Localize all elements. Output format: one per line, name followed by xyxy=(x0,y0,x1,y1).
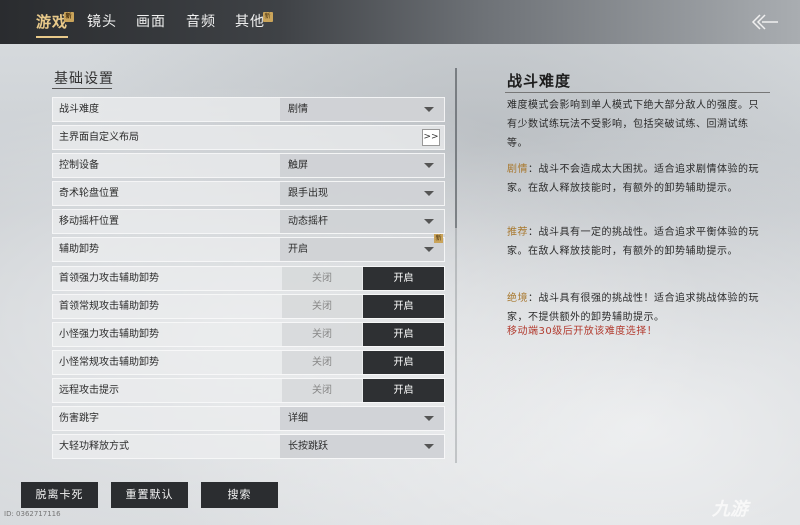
toggle-on-option[interactable]: 开启 xyxy=(363,294,444,318)
setting-minion-normal-parry: 小怪常规攻击辅助卸势 关闭 开启 xyxy=(52,349,445,375)
damage-numbers-dropdown[interactable]: 详细 xyxy=(280,407,444,431)
tab-label: 镜头 xyxy=(87,14,117,30)
difficulty-dropdown[interactable]: 剧情 xyxy=(280,98,444,121)
setting-label: 远程攻击提示 xyxy=(59,384,119,396)
dropdown-arrow-icon xyxy=(424,247,434,253)
watermark-logo: 九游 xyxy=(712,499,748,520)
reset-default-button[interactable]: 重置默认 xyxy=(111,482,188,508)
toggle-off-option[interactable]: 关闭 xyxy=(282,266,362,290)
dropdown-value: 长按跳跃 xyxy=(288,441,328,453)
setting-label: 移动摇杆位置 xyxy=(59,216,119,228)
difficulty-name: 绝境 xyxy=(507,293,528,304)
joystick-position-dropdown[interactable]: 动态摇杆 xyxy=(280,210,444,234)
setting-boss-heavy-parry: 首领强力攻击辅助卸势 关闭 开启 xyxy=(52,265,445,291)
dropdown-value: 动态摇杆 xyxy=(288,216,328,228)
setting-custom-layout[interactable]: 主界面自定义布局 >> xyxy=(52,125,445,151)
toggle-on-option[interactable]: 开启 xyxy=(363,350,444,374)
difficulty-name: 剧情 xyxy=(507,164,528,175)
setting-label: 战斗难度 xyxy=(59,104,99,115)
difficulty-desc: 战斗具有很强的挑战性！适合追求挑战体验的玩家，不提供额外的卸势辅助提示。 xyxy=(507,293,759,323)
detail-divider xyxy=(505,92,770,93)
setting-ranged-attack-hint: 远程攻击提示 关闭 开启 xyxy=(52,377,445,403)
dropdown-value: 开启 xyxy=(288,244,308,256)
dropdown-arrow-icon xyxy=(424,444,434,450)
setting-control-device[interactable]: 控制设备 触屏 xyxy=(52,153,445,179)
separator: ： xyxy=(528,164,539,175)
setting-joystick-position[interactable]: 移动摇杆位置 动态摇杆 xyxy=(52,209,445,235)
dropdown-arrow-icon xyxy=(424,163,434,169)
scrollbar-thumb[interactable] xyxy=(455,68,457,228)
dropdown-value: 剧情 xyxy=(288,104,308,115)
separator: ： xyxy=(528,293,539,304)
assist-parry-dropdown[interactable]: 开启 xyxy=(280,238,444,262)
setting-label: 首领强力攻击辅助卸势 xyxy=(59,272,159,284)
setting-label: 小怪常规攻击辅助卸势 xyxy=(59,356,159,368)
user-id: ID: 0362717116 xyxy=(4,510,61,518)
detail-item-recommended: 推荐：战斗具有一定的挑战性。适合追求平衡体验的玩家。在敌人释放技能时，有额外的卸… xyxy=(507,223,769,261)
tab-camera[interactable]: 镜头 xyxy=(87,0,117,44)
setting-label: 首领常规攻击辅助卸势 xyxy=(59,300,159,312)
glide-release-dropdown[interactable]: 长按跳跃 xyxy=(280,435,444,459)
toggle-off-option[interactable]: 关闭 xyxy=(282,350,362,374)
unstuck-button[interactable]: 脱离卡死 xyxy=(21,482,98,508)
difficulty-warning: 移动端30级后开放该难度选择！ xyxy=(507,326,658,337)
dropdown-arrow-icon xyxy=(424,416,434,422)
back-arrow-icon[interactable] xyxy=(750,12,780,32)
setting-glide-release[interactable]: 大轻功释放方式 长按跳跃 xyxy=(52,434,445,460)
dropdown-value: 跟手出现 xyxy=(288,188,328,200)
setting-wheel-position[interactable]: 奇术轮盘位置 跟手出现 xyxy=(52,181,445,207)
dropdown-value: 详细 xyxy=(288,413,308,425)
control-device-dropdown[interactable]: 触屏 xyxy=(280,154,444,178)
setting-label: 奇术轮盘位置 xyxy=(59,188,119,200)
separator: ： xyxy=(528,227,539,238)
top-tab-bar: 游戏 新 镜头 画面 音频 其他 新 xyxy=(0,0,800,44)
toggle-off-option[interactable]: 关闭 xyxy=(282,294,362,318)
difficulty-desc: 战斗不会造成太大困扰。适合追求剧情体验的玩家。在敌人释放技能时，有额外的卸势辅助… xyxy=(507,164,759,194)
tab-other[interactable]: 其他 新 xyxy=(235,0,273,44)
setting-boss-normal-parry: 首领常规攻击辅助卸势 关闭 开启 xyxy=(52,293,445,319)
setting-label: 小怪强力攻击辅助卸势 xyxy=(59,328,159,340)
section-underline xyxy=(52,88,112,89)
open-layout-button[interactable]: >> xyxy=(422,129,440,147)
toggle-off-option[interactable]: 关闭 xyxy=(282,378,362,402)
tab-label: 画面 xyxy=(136,14,166,30)
toggle-on-option[interactable]: 开启 xyxy=(363,378,444,402)
dropdown-arrow-icon xyxy=(424,107,434,112)
setting-label: 主界面自定义布局 xyxy=(59,132,139,144)
tab-game[interactable]: 游戏 新 xyxy=(36,0,74,44)
difficulty-desc: 战斗具有一定的挑战性。适合追求平衡体验的玩家。在敌人释放技能时，有额外的卸势辅助… xyxy=(507,227,759,257)
setting-assist-parry[interactable]: 辅助卸势 开启 新 xyxy=(52,234,445,263)
setting-label: 控制设备 xyxy=(59,160,99,172)
toggle-on-option[interactable]: 开启 xyxy=(363,266,444,290)
active-tab-underline xyxy=(36,36,69,38)
detail-title: 战斗难度 xyxy=(507,72,572,90)
setting-minion-heavy-parry: 小怪强力攻击辅助卸势 关闭 开启 xyxy=(52,321,445,347)
setting-combat-difficulty[interactable]: 战斗难度 剧情 xyxy=(52,97,445,122)
detail-intro: 难度模式会影响到单人模式下绝大部分敌人的强度。只有少数试练玩法不受影响，包括突破… xyxy=(507,100,759,149)
dropdown-value: 触屏 xyxy=(288,160,308,172)
setting-damage-numbers[interactable]: 伤害跳字 详细 xyxy=(52,406,445,432)
tab-graphics[interactable]: 画面 xyxy=(136,0,166,44)
settings-list: 战斗难度 剧情 主界面自定义布局 >> 控制设备 触屏 奇术轮盘位置 跟手出现 … xyxy=(52,97,445,462)
new-badge: 新 xyxy=(64,12,74,22)
toggle-on-option[interactable]: 开启 xyxy=(363,322,444,346)
tab-audio[interactable]: 音频 xyxy=(186,0,216,44)
tab-label: 其他 xyxy=(235,14,265,30)
toggle-off-option[interactable]: 关闭 xyxy=(282,322,362,346)
new-badge: 新 xyxy=(263,12,273,22)
setting-label: 辅助卸势 xyxy=(59,244,99,256)
setting-label: 伤害跳字 xyxy=(59,413,99,425)
dropdown-arrow-icon xyxy=(424,219,434,225)
search-button[interactable]: 搜索 xyxy=(201,482,278,508)
tab-label: 音频 xyxy=(186,14,216,30)
section-title: 基础设置 xyxy=(54,71,114,87)
detail-item-story: 剧情：战斗不会造成太大困扰。适合追求剧情体验的玩家。在敌人释放技能时，有额外的卸… xyxy=(507,160,769,198)
wheel-position-dropdown[interactable]: 跟手出现 xyxy=(280,182,444,206)
new-badge: 新 xyxy=(434,234,443,244)
difficulty-name: 推荐 xyxy=(507,227,528,238)
setting-label: 大轻功释放方式 xyxy=(59,441,129,453)
dropdown-arrow-icon xyxy=(424,191,434,197)
